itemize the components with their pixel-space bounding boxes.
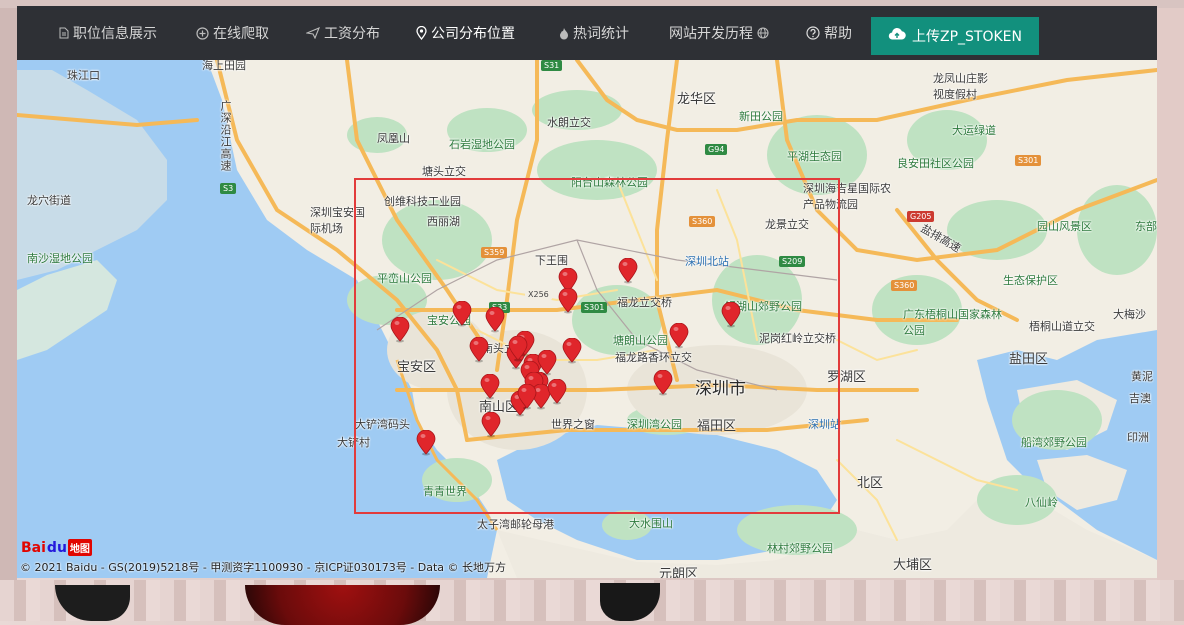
location-marker-icon[interactable] xyxy=(653,369,673,396)
map-label: 北区 xyxy=(857,476,884,491)
location-marker-icon[interactable] xyxy=(416,429,436,456)
plus-circle-icon xyxy=(196,26,209,40)
map-label: 林村郊野公园 xyxy=(767,542,833,555)
map-label: 广东梧桐山国家森林公园 xyxy=(903,308,1002,337)
nav-label: 热词统计 xyxy=(573,26,629,42)
map-label: 凤凰山 xyxy=(377,132,410,145)
nav-label: 公司分布位置 xyxy=(431,26,515,42)
location-marker-icon[interactable] xyxy=(469,336,489,363)
map-copyright: © 2021 Baidu - GS(2019)5218号 - 甲测资字11009… xyxy=(20,561,507,574)
map-label: 元朗区 xyxy=(659,567,699,578)
map-label: 龙凤山庄影视度假村 xyxy=(933,72,988,101)
map-label: 东部 xyxy=(1135,220,1157,233)
paper-plane-icon xyxy=(306,27,320,39)
location-marker-icon[interactable] xyxy=(558,287,578,314)
map-label: 大运绿道 xyxy=(952,124,996,137)
location-marker-icon[interactable] xyxy=(480,373,500,400)
location-marker-icon[interactable] xyxy=(562,337,582,364)
nav-item-company-location[interactable]: 公司分布位置 xyxy=(416,6,515,60)
map-label: 生态保护区 xyxy=(1003,274,1058,287)
nav-label: 在线爬取 xyxy=(213,26,269,42)
map-label: 船湾郊野公园 xyxy=(1021,436,1087,449)
map-label: 水朗立交 xyxy=(547,116,591,129)
map-label: 八仙岭 xyxy=(1025,496,1058,509)
road-tag: S301 xyxy=(1015,155,1042,166)
location-marker-icon[interactable] xyxy=(485,306,505,333)
page-background-left xyxy=(0,8,17,580)
fire-icon xyxy=(559,27,569,40)
road-tag: S31 xyxy=(541,60,563,71)
nav-item-help[interactable]: 帮助 xyxy=(806,6,852,60)
page-background-bottom xyxy=(0,580,1184,621)
upload-button-label: 上传ZP_STOKEN xyxy=(912,29,1022,45)
map-pin-icon xyxy=(416,26,427,40)
cloud-upload-icon xyxy=(888,27,906,45)
location-marker-icon[interactable] xyxy=(669,322,689,349)
nav-item-job-info[interactable]: 职位信息展示 xyxy=(59,6,157,60)
map-label: 园山风景区 xyxy=(1037,220,1092,233)
map-label: 龙穴街道 xyxy=(27,194,71,207)
map-label: 黄泥 xyxy=(1131,370,1153,383)
page-background-right xyxy=(1157,8,1184,580)
nav-item-online-crawl[interactable]: 在线爬取 xyxy=(196,6,269,60)
location-marker-icon[interactable] xyxy=(452,300,472,327)
map-label: 石岩湿地公园 xyxy=(449,138,515,151)
nav-label: 网站开发历程 xyxy=(669,26,753,42)
map-label: 梧桐山道立交 xyxy=(1029,320,1095,333)
map-label: 平湖生态园 xyxy=(787,150,842,163)
nav-label: 帮助 xyxy=(824,26,852,42)
road-tag: G94 xyxy=(705,144,728,155)
document-icon xyxy=(59,27,69,39)
nav-item-hot-words[interactable]: 热词统计 xyxy=(559,6,629,60)
location-marker-icon[interactable] xyxy=(537,349,557,376)
location-marker-icon[interactable] xyxy=(390,316,410,343)
map-label: 海上田园 xyxy=(202,60,246,72)
selection-rectangle xyxy=(354,178,840,514)
map-label: 大埔区 xyxy=(893,558,933,573)
map-label: 新田公园 xyxy=(739,110,783,123)
map-label: 太子湾邮轮母港 xyxy=(477,518,554,531)
top-navbar: 职位信息展示 在线爬取 工资分布 公司分布位置 热词统计 网站开发历程 帮助 上… xyxy=(17,6,1157,60)
map-label: 大水围山 xyxy=(629,517,673,530)
map-label: 龙华区 xyxy=(677,92,717,107)
location-marker-icon[interactable] xyxy=(481,411,501,438)
map-label: 珠江口 xyxy=(67,69,100,82)
background-decoration xyxy=(245,585,440,625)
map-label: 大梅沙 xyxy=(1113,308,1146,321)
question-circle-icon xyxy=(806,26,820,40)
road-tag: G205 xyxy=(907,211,935,222)
map-label: 吉澳 xyxy=(1129,392,1151,405)
nav-item-salary[interactable]: 工资分布 xyxy=(306,6,380,60)
baidu-map-logo: Bai du 地图 xyxy=(21,539,92,556)
road-tag: S360 xyxy=(891,280,918,291)
location-marker-icon[interactable] xyxy=(517,383,537,410)
map-label: 塘头立交 xyxy=(422,165,466,178)
nav-label: 职位信息展示 xyxy=(73,26,157,42)
location-marker-icon[interactable] xyxy=(547,378,567,405)
globe-icon xyxy=(757,27,769,39)
map-label: 印洲 xyxy=(1127,431,1149,444)
baidu-map[interactable]: S31 G94 S301 S360 S359 S33 S301 S209 G20… xyxy=(17,60,1157,578)
location-marker-icon[interactable] xyxy=(618,257,638,284)
road-tag: S3 xyxy=(220,183,237,194)
map-label: 盐田区 xyxy=(1009,352,1049,367)
location-marker-icon[interactable] xyxy=(721,301,741,328)
upload-token-button[interactable]: 上传ZP_STOKEN xyxy=(871,17,1039,55)
map-label: 广深沿江高速 xyxy=(219,100,232,172)
nav-label: 工资分布 xyxy=(324,26,380,42)
map-label: 良安田社区公园 xyxy=(897,157,974,170)
map-label: 南沙湿地公园 xyxy=(27,252,93,265)
nav-item-dev-history[interactable]: 网站开发历程 xyxy=(669,6,769,60)
location-marker-icon[interactable] xyxy=(508,335,528,362)
